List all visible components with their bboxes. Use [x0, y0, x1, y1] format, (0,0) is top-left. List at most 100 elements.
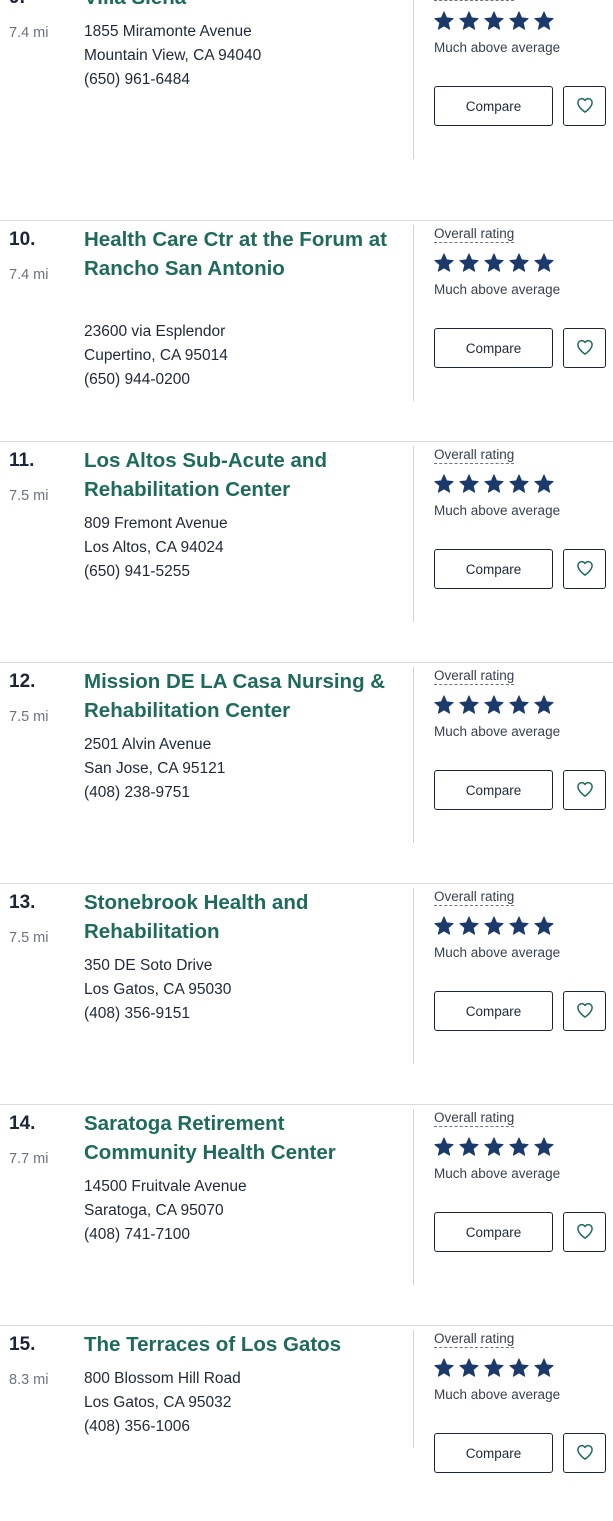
listing-number: 12. — [9, 671, 36, 692]
listing-number: 11. — [9, 450, 35, 471]
city-state-zip: Los Gatos, CA 95032 — [84, 1394, 232, 1411]
street-address: 350 DE Soto Drive — [84, 957, 213, 974]
heart-icon — [575, 337, 595, 360]
city-state-zip: Los Gatos, CA 95030 — [84, 981, 232, 998]
facility-name-link[interactable]: Stonebrook Health and Rehabilitation — [84, 888, 394, 946]
star-icon — [483, 1136, 505, 1158]
star-icon — [533, 694, 555, 716]
star-icon — [483, 1357, 505, 1379]
star-icon — [458, 1136, 480, 1158]
rating-description: Much above average — [434, 503, 561, 518]
nursing-home-results-list: 9. 7.4 mi Villa Siena 1855 Miramonte Avenue… — [0, 0, 613, 1521]
favorite-button[interactable] — [563, 991, 606, 1031]
heart-icon — [575, 1000, 595, 1023]
compare-button[interactable]: Compare — [434, 770, 553, 810]
favorite-button[interactable] — [563, 549, 606, 589]
facility-name-link[interactable]: Health Care Ctr at the Forum at Rancho S… — [84, 225, 394, 283]
favorite-button[interactable] — [563, 770, 606, 810]
facility-address: 23600 via Esplendor Cupertino, CA 95014 (6… — [84, 320, 228, 392]
compare-button[interactable]: Compare — [434, 1212, 553, 1252]
star-icon — [533, 915, 555, 937]
listing-distance: 7.7 mi — [9, 1151, 49, 1167]
facility-name-link[interactable]: The Terraces of Los Gatos — [84, 1330, 394, 1359]
star-icon — [458, 694, 480, 716]
column-divider — [413, 1109, 414, 1285]
listing-number: 14. — [9, 1113, 36, 1134]
listing-distance: 7.5 mi — [9, 930, 49, 946]
facility-name-link[interactable]: Saratoga Retirement Community Health Cen… — [84, 1109, 394, 1167]
column-divider — [413, 1330, 414, 1448]
column-divider — [413, 667, 414, 843]
column-divider — [413, 225, 414, 401]
phone-number: (650) 961-6484 — [84, 71, 190, 88]
street-address: 14500 Fruitvale Avenue — [84, 1178, 247, 1195]
listing-card: 14. 7.7 mi Saratoga Retirement Community H… — [0, 1105, 613, 1326]
favorite-button[interactable] — [563, 328, 606, 368]
heart-icon — [575, 779, 595, 802]
heart-icon — [575, 95, 595, 118]
star-icon — [483, 915, 505, 937]
compare-button[interactable]: Compare — [434, 1433, 553, 1473]
heart-icon — [575, 558, 595, 581]
street-address: 2501 Alvin Avenue — [84, 736, 212, 753]
compare-button[interactable]: Compare — [434, 328, 553, 368]
star-icon — [533, 10, 555, 32]
star-rating — [433, 694, 555, 716]
star-icon — [458, 1357, 480, 1379]
city-state-zip: Los Altos, CA 94024 — [84, 539, 224, 556]
street-address: 23600 via Esplendor — [84, 323, 226, 340]
compare-button[interactable]: Compare — [434, 86, 553, 126]
street-address: 809 Fremont Avenue — [84, 515, 228, 532]
column-divider — [413, 446, 414, 622]
listing-card: 10. 7.4 mi Health Care Ctr at the Forum at… — [0, 221, 613, 442]
rating-description: Much above average — [434, 1387, 561, 1402]
star-icon — [483, 10, 505, 32]
facility-name-link[interactable]: Los Altos Sub-Acute and Rehabilitation C… — [84, 446, 394, 504]
phone-number: (650) 941-5255 — [84, 563, 190, 580]
star-icon — [508, 10, 530, 32]
facility-name-link[interactable]: Villa Siena — [84, 0, 394, 12]
phone-number: (408) 741-7100 — [84, 1226, 190, 1243]
compare-button[interactable]: Compare — [434, 991, 553, 1031]
overall-rating-label[interactable]: Overall rating — [434, 1110, 515, 1127]
street-address: 800 Blossom Hill Road — [84, 1370, 241, 1387]
rating-description: Much above average — [434, 1166, 561, 1181]
overall-rating-label[interactable]: Overall rating — [434, 226, 515, 243]
facility-address: 800 Blossom Hill Road Los Gatos, CA 95032… — [84, 1367, 241, 1439]
listing-number: 9. — [9, 0, 25, 9]
overall-rating-label[interactable]: Overall rating — [434, 1331, 515, 1348]
favorite-button[interactable] — [563, 1212, 606, 1252]
star-icon — [458, 10, 480, 32]
compare-button[interactable]: Compare — [434, 549, 553, 589]
facility-address: 350 DE Soto Drive Los Gatos, CA 95030 (408… — [84, 954, 231, 1026]
rating-description: Much above average — [434, 945, 561, 960]
overall-rating-label[interactable]: Overall rating — [434, 668, 515, 685]
star-icon — [433, 915, 455, 937]
star-icon — [433, 473, 455, 495]
heart-icon — [575, 1221, 595, 1244]
listing-card: 12. 7.5 mi Mission DE LA Casa Nursing & Re… — [0, 663, 613, 884]
star-icon — [433, 252, 455, 274]
facility-name-link[interactable]: Mission DE LA Casa Nursing & Rehabilitat… — [84, 667, 394, 725]
rating-description: Much above average — [434, 724, 561, 739]
street-address: 1855 Miramonte Avenue — [84, 23, 252, 40]
overall-rating-label[interactable]: Overall rating — [434, 0, 515, 1]
star-icon — [433, 694, 455, 716]
favorite-button[interactable] — [563, 1433, 606, 1473]
overall-rating-label[interactable]: Overall rating — [434, 889, 515, 906]
listing-card: 9. 7.4 mi Villa Siena 1855 Miramonte Avenue… — [0, 0, 613, 221]
favorite-button[interactable] — [563, 86, 606, 126]
star-icon — [508, 473, 530, 495]
phone-number: (408) 238-9751 — [84, 784, 190, 801]
listing-card: 15. 8.3 mi The Terraces of Los Gatos 800 Bl… — [0, 1326, 613, 1521]
star-icon — [533, 1357, 555, 1379]
listing-card: 13. 7.5 mi Stonebrook Health and Rehabilit… — [0, 884, 613, 1105]
star-icon — [483, 694, 505, 716]
star-icon — [483, 252, 505, 274]
column-divider — [413, 888, 414, 1064]
star-icon — [433, 1357, 455, 1379]
overall-rating-label[interactable]: Overall rating — [434, 447, 515, 464]
column-divider — [413, 0, 414, 159]
star-rating — [433, 252, 555, 274]
facility-address: 2501 Alvin Avenue San Jose, CA 95121 (408)… — [84, 733, 225, 805]
